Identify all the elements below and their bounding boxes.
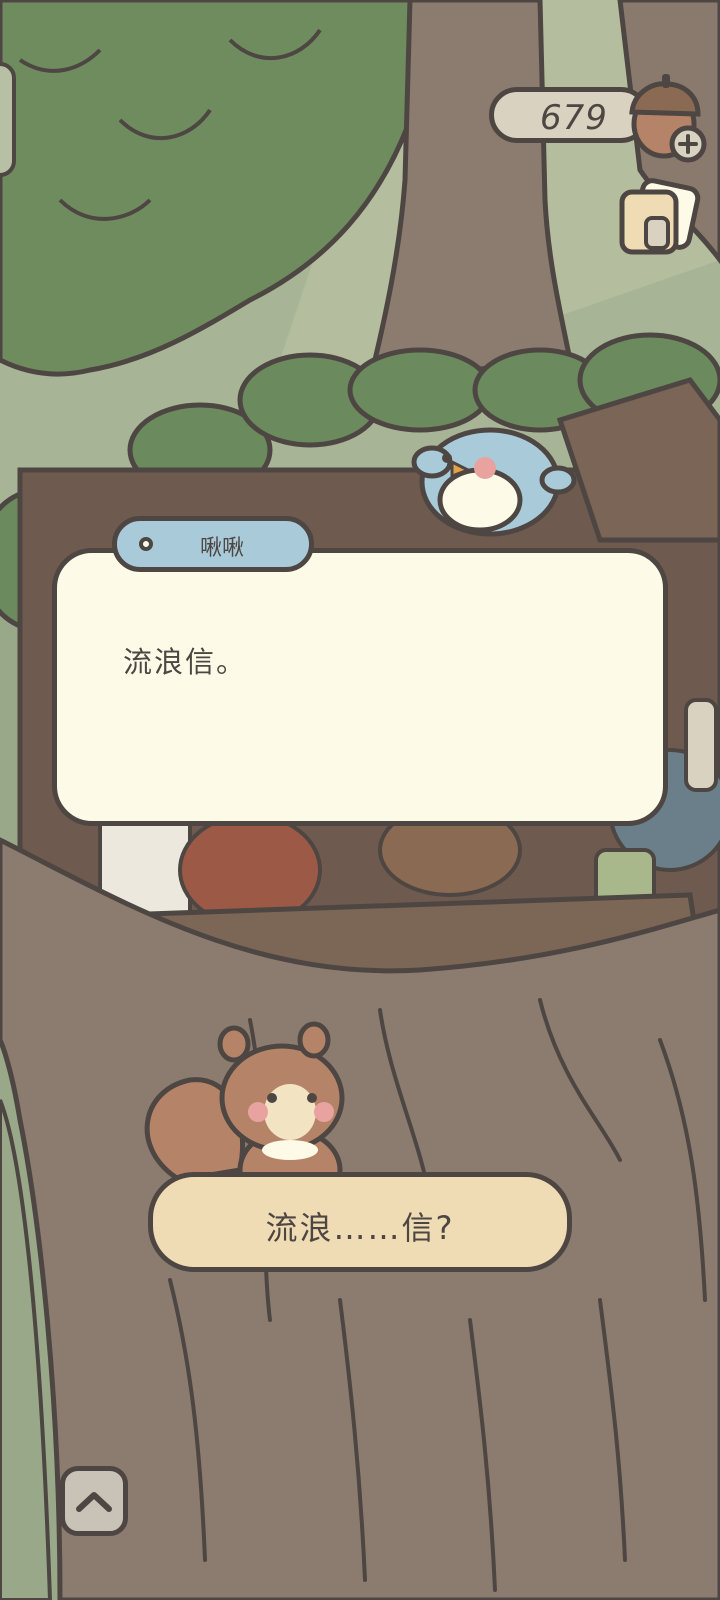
dialogue-box[interactable]: 流浪信。 — [52, 548, 668, 826]
side-panel-tab[interactable] — [0, 62, 16, 177]
dialogue-text: 流浪信。 — [123, 645, 248, 679]
reply-choice-label: 流浪……信? — [265, 1209, 455, 1247]
speaker-dot-icon — [139, 537, 153, 551]
acorn-plus-icon[interactable] — [624, 72, 708, 164]
speaker-name: 啾啾 — [199, 536, 244, 561]
chevron-up-icon — [76, 1492, 112, 1512]
acorn-count: 679 — [540, 98, 608, 138]
speaker-name-tag: 啾啾 — [112, 516, 314, 572]
expand-menu-button[interactable] — [60, 1466, 128, 1536]
reply-choice-button[interactable]: 流浪……信? — [148, 1172, 572, 1272]
photo-album-icon[interactable] — [616, 178, 706, 260]
